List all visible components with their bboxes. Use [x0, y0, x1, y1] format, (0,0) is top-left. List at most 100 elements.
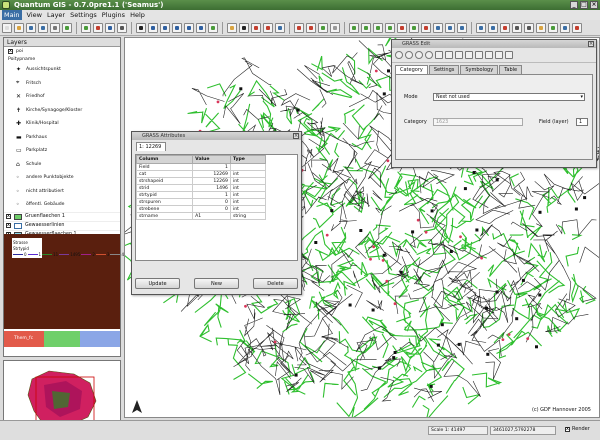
zoom-in-icon[interactable]: [148, 22, 158, 33]
tab-category[interactable]: Category: [395, 65, 428, 74]
georeferencer-icon[interactable]: [572, 22, 582, 33]
attr-value-cell[interactable]: 0: [192, 205, 231, 213]
attribute-row[interactable]: strname A1 string: [136, 212, 267, 220]
attribute-row[interactable]: strspuren 0 int: [136, 198, 267, 206]
delete-vertex-icon[interactable]: [455, 51, 463, 59]
split-line-icon[interactable]: [475, 51, 483, 59]
render-toggle[interactable]: Render: [565, 426, 590, 432]
attribute-row[interactable]: cat 12269 int: [136, 170, 267, 178]
new-point-icon[interactable]: [395, 51, 403, 59]
move-element-icon[interactable]: [465, 51, 473, 59]
north-arrow-icon[interactable]: [500, 22, 510, 33]
menu-settings[interactable]: Settings: [70, 10, 97, 20]
attribute-row[interactable]: strshapeid 12269 int: [136, 177, 267, 185]
layer-visibility-checkbox[interactable]: [6, 213, 11, 219]
attr-value-cell[interactable]: 1: [192, 191, 231, 199]
capture-line-icon[interactable]: [306, 22, 316, 33]
plugin-icon[interactable]: [476, 22, 486, 33]
attr-value-cell[interactable]: A1: [192, 212, 231, 220]
layer-visibility-checkbox[interactable]: [6, 222, 11, 228]
grass-edit-titlebar[interactable]: GRASS Edit ×: [392, 40, 596, 48]
delete-button[interactable]: Delete: [253, 278, 298, 289]
scale-bar-icon[interactable]: [512, 22, 522, 33]
add-vertex-icon[interactable]: [445, 51, 453, 59]
close-icon[interactable]: ×: [293, 133, 299, 139]
grass-new-mapset-icon[interactable]: [361, 22, 371, 33]
close-edit-icon[interactable]: [505, 51, 513, 59]
capture-polygon-icon[interactable]: [318, 22, 328, 33]
remove-layer-icon[interactable]: [117, 22, 127, 33]
tab-symbology[interactable]: Symbology: [460, 65, 499, 74]
menu-plugins[interactable]: Plugins: [102, 10, 125, 20]
zoom-last-icon[interactable]: [196, 22, 206, 33]
grass-edit-region-icon[interactable]: [457, 22, 467, 33]
refresh-icon[interactable]: [208, 22, 218, 33]
tab-table[interactable]: Table: [499, 65, 523, 74]
zoom-full-icon[interactable]: [172, 22, 182, 33]
new-project-icon[interactable]: [2, 22, 12, 33]
new-centroid-icon[interactable]: [425, 51, 433, 59]
new-button[interactable]: New: [194, 278, 239, 289]
grass-new-vector-icon[interactable]: [409, 22, 419, 33]
attribute-row[interactable]: Field 1: [136, 163, 267, 171]
attr-value-cell[interactable]: 1: [192, 163, 231, 171]
new-line-icon[interactable]: [405, 51, 413, 59]
grass-open-mapset-icon[interactable]: [349, 22, 359, 33]
move-vertex-icon[interactable]: [435, 51, 443, 59]
close-icon[interactable]: ×: [588, 41, 594, 47]
category-input[interactable]: 1623: [433, 118, 523, 126]
add-postgis-layer-icon[interactable]: [105, 22, 115, 33]
attr-value-cell[interactable]: 1496: [192, 184, 231, 192]
layer-poi[interactable]: poi: [4, 47, 120, 55]
gps-icon[interactable]: [536, 22, 546, 33]
copyright-label-icon[interactable]: [524, 22, 534, 33]
menu-layer[interactable]: Layer: [47, 10, 65, 20]
attribute-row[interactable]: strid 1496 int: [136, 184, 267, 192]
save-as-icon[interactable]: [38, 22, 48, 33]
open-project-icon[interactable]: [14, 22, 24, 33]
attr-value-cell[interactable]: 0: [192, 198, 231, 206]
grass-close-mapset-icon[interactable]: [373, 22, 383, 33]
attribute-table-icon[interactable]: [275, 22, 285, 33]
update-button[interactable]: Update: [135, 278, 180, 289]
add-raster-layer-icon[interactable]: [93, 22, 103, 33]
spit-icon[interactable]: [560, 22, 570, 33]
grass-tools-icon[interactable]: [433, 22, 443, 33]
measure-area-icon[interactable]: [263, 22, 273, 33]
render-checkbox[interactable]: [565, 426, 570, 432]
grass-add-raster-icon[interactable]: [397, 22, 407, 33]
attributes-dialog-titlebar[interactable]: GRASS Attributes ×: [132, 132, 301, 140]
layer-them-fc[interactable]: Them_fc: [4, 331, 120, 347]
measure-line-icon[interactable]: [251, 22, 261, 33]
zoom-out-icon[interactable]: [160, 22, 170, 33]
layer-strasse-legend[interactable]: Strasse Strtypid 01111495234567: [4, 234, 168, 329]
close-icon[interactable]: ×: [590, 1, 598, 9]
menu-help[interactable]: Help: [130, 10, 145, 20]
map-composer-icon[interactable]: [62, 22, 72, 33]
menu-main[interactable]: Main: [2, 10, 22, 20]
layer-visibility-checkbox[interactable]: [8, 48, 13, 54]
attribute-row[interactable]: strtypid 1 int: [136, 191, 267, 199]
grass-add-vector-icon[interactable]: [385, 22, 395, 33]
capture-point-icon[interactable]: [294, 22, 304, 33]
maximize-icon[interactable]: □: [580, 1, 588, 9]
save-project-icon[interactable]: [26, 22, 36, 33]
attr-value-cell[interactable]: 12269: [192, 177, 231, 185]
plugin-icon[interactable]: [488, 22, 498, 33]
graticule-icon[interactable]: [548, 22, 558, 33]
attr-value-cell[interactable]: 12269: [192, 170, 231, 178]
add-vector-layer-icon[interactable]: [81, 22, 91, 33]
select-icon[interactable]: [239, 22, 249, 33]
edit-attributes-icon[interactable]: [495, 51, 503, 59]
pan-hand-icon[interactable]: [136, 22, 146, 33]
field-layer-spinbox[interactable]: 1: [576, 118, 588, 126]
tab-settings[interactable]: Settings: [428, 65, 460, 74]
identify-icon[interactable]: [227, 22, 237, 33]
attributes-feature-tab[interactable]: 1: 12269: [136, 142, 166, 151]
minimize-icon[interactable]: _: [570, 1, 578, 9]
mode-select[interactable]: Next not used: [433, 93, 585, 101]
menu-view[interactable]: View: [27, 10, 42, 20]
new-boundary-icon[interactable]: [415, 51, 423, 59]
print-icon[interactable]: [50, 22, 60, 33]
delete-element-icon[interactable]: [485, 51, 493, 59]
